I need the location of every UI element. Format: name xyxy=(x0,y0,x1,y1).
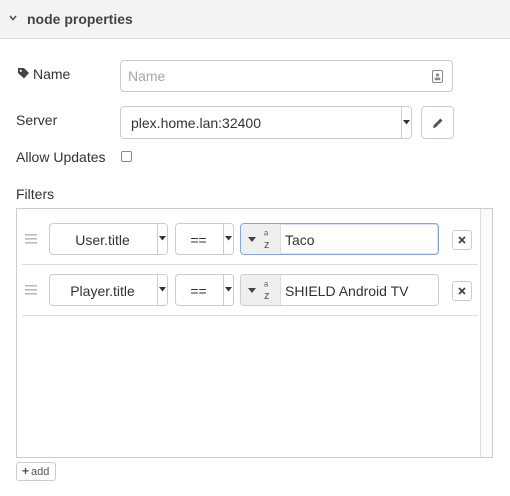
filter-operator-select[interactable]: == xyxy=(175,223,234,255)
server-value: plex.home.lan:32400 xyxy=(131,115,261,131)
operator-dropdown-caret xyxy=(223,224,233,254)
string-type-icon: ᵃz xyxy=(264,280,270,302)
close-icon xyxy=(458,236,466,244)
tag-icon xyxy=(18,68,29,79)
property-dropdown-caret xyxy=(157,275,167,305)
filter-value: Taco xyxy=(285,232,315,248)
drag-handle-icon[interactable] xyxy=(25,285,37,295)
caret-down-icon xyxy=(248,237,256,242)
filter-value: SHIELD Android TV xyxy=(285,283,409,299)
server-label: Server xyxy=(16,112,58,128)
allow-updates-label: Allow Updates xyxy=(16,149,106,165)
filters-list[interactable]: User.title == ᵃz Taco Player.title == ᵃ … xyxy=(16,208,493,458)
filter-property-select[interactable]: User.title xyxy=(49,223,168,255)
filter-property-value: Player.title xyxy=(70,283,135,299)
value-type-button[interactable]: ᵃz xyxy=(241,275,281,305)
caret-down-icon xyxy=(225,287,232,292)
server-dropdown-caret xyxy=(401,107,411,138)
properties-header[interactable]: node properties xyxy=(0,0,510,39)
server-select[interactable]: plex.home.lan:32400 xyxy=(120,106,412,139)
filter-row: User.title == ᵃz Taco xyxy=(22,214,478,265)
add-filter-button[interactable]: + add xyxy=(16,462,56,481)
close-icon xyxy=(458,287,466,295)
filter-operator-select[interactable]: == xyxy=(175,274,234,306)
value-type-button[interactable]: ᵃz xyxy=(241,224,281,254)
filter-operator-value: == xyxy=(190,232,207,248)
allow-updates-checkbox[interactable] xyxy=(121,151,132,162)
filter-operator-value: == xyxy=(190,283,207,299)
section-title: node properties xyxy=(27,11,133,27)
caret-down-icon xyxy=(159,236,166,241)
operator-dropdown-caret xyxy=(223,275,233,305)
name-input[interactable]: Name xyxy=(120,60,453,92)
contact-card-icon xyxy=(432,70,443,83)
filter-property-value: User.title xyxy=(75,232,130,248)
filter-value-input[interactable]: ᵃz SHIELD Android TV xyxy=(240,274,439,306)
filter-value-input[interactable]: ᵃz Taco xyxy=(240,223,439,255)
caret-down-icon xyxy=(225,236,232,241)
name-placeholder: Name xyxy=(128,68,166,84)
caret-down-icon xyxy=(403,119,410,124)
plus-icon: + xyxy=(22,464,30,478)
caret-down-icon xyxy=(159,287,166,292)
string-type-icon: ᵃz xyxy=(264,229,270,251)
property-dropdown-caret xyxy=(157,224,167,254)
add-filter-label: add xyxy=(31,466,50,478)
drag-handle-icon[interactable] xyxy=(25,234,37,244)
name-label: Name xyxy=(33,66,71,82)
filter-row: Player.title == ᵃz SHIELD Android TV xyxy=(22,265,478,316)
edit-server-button[interactable] xyxy=(421,106,454,139)
caret-down-icon xyxy=(248,288,256,293)
filter-property-select[interactable]: Player.title xyxy=(49,274,168,306)
remove-filter-button[interactable] xyxy=(452,230,472,250)
chevron-down-icon xyxy=(9,15,17,21)
filters-label: Filters xyxy=(16,186,55,202)
pencil-icon xyxy=(433,118,443,128)
remove-filter-button[interactable] xyxy=(452,281,472,301)
filters-scrollbar[interactable] xyxy=(480,209,492,457)
